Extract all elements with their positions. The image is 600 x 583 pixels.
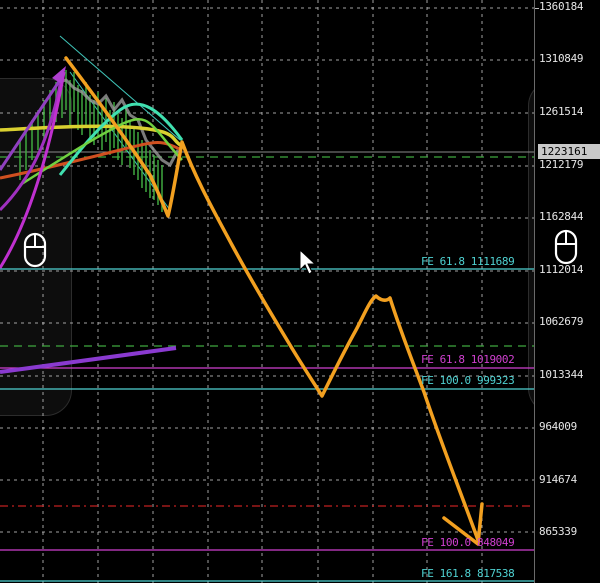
- chart-canvas[interactable]: 1360184 1310849 1261514 1212179 1162844 …: [0, 0, 600, 583]
- hand-drawn-projection: [64, 56, 480, 542]
- fe-level-label: FE 161.8 817538: [421, 567, 515, 580]
- fe-level-label: FE 61.8 1111689: [421, 255, 515, 268]
- fe-level-label: FE 100.0 999323: [421, 374, 515, 387]
- arrow-cursor-icon: [299, 248, 317, 275]
- price-axis-label: 964009: [539, 420, 577, 433]
- mouse-icon: [554, 229, 578, 265]
- price-axis-label: 1212179: [539, 158, 584, 171]
- price-axis-label: 1261514: [539, 105, 584, 118]
- chart-drawing-layer: [0, 0, 538, 583]
- price-axis-label: 1013344: [539, 368, 584, 381]
- grid-vertical: [42, 0, 483, 583]
- price-axis-label: 1310849: [539, 52, 584, 65]
- fe-level-label: FE 100.0 848049: [421, 536, 515, 549]
- price-axis-label: 865339: [539, 525, 577, 538]
- price-axis-label: 1062679: [539, 315, 584, 328]
- price-axis[interactable]: [534, 0, 600, 583]
- ma-purple-steep: [0, 74, 64, 212]
- current-price-label: 1223161: [538, 144, 600, 159]
- fe-level-label: FE 61.8 1019002: [421, 353, 515, 366]
- price-axis-label: 1360184: [539, 0, 584, 13]
- price-axis-label: 1162844: [539, 210, 584, 223]
- price-axis-label: 914674: [539, 473, 577, 486]
- mouse-icon: [23, 232, 47, 268]
